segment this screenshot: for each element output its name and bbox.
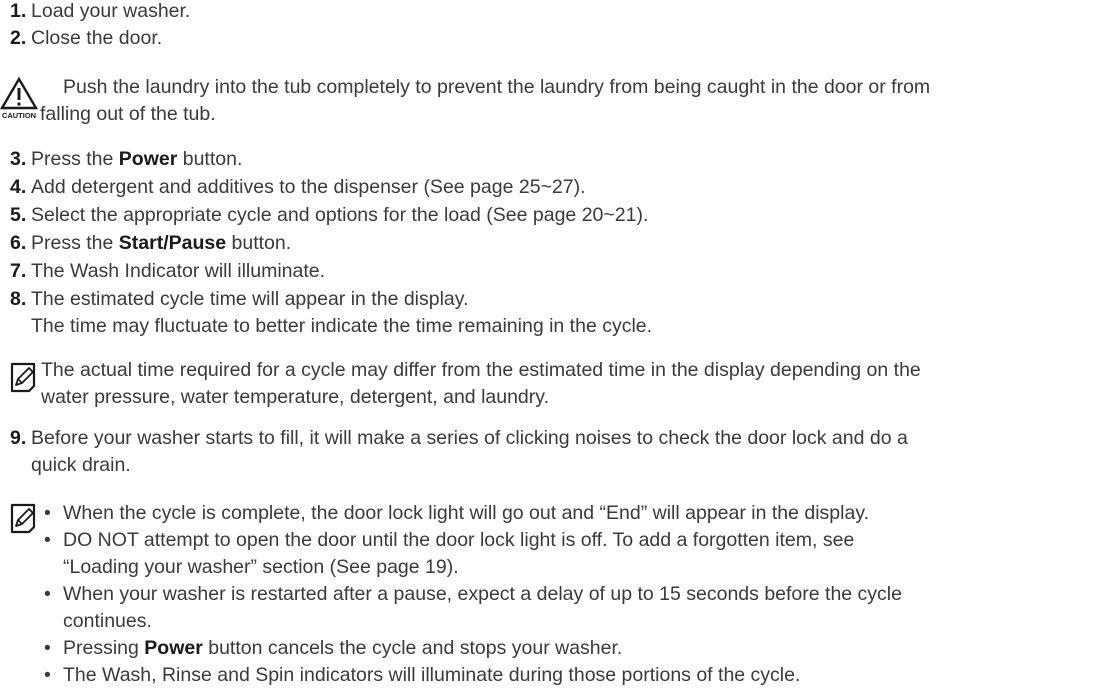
step-number: 1. [10, 0, 27, 22]
step-3: 3. Press the Power button. [10, 146, 1105, 173]
list-item: • The Wash, Rinse and Spin indicators wil… [41, 662, 1110, 689]
note-bullet-list: • When the cycle is complete, the door lo… [41, 500, 1110, 689]
step-number: 5. [10, 204, 27, 226]
note-pencil-icon [10, 503, 36, 534]
start-pause-button-label: Start/Pause [118, 232, 227, 254]
bullet-dot: • [44, 664, 51, 686]
manual-page: 1. Load your washer. 2. Close the door. CA… [0, 0, 1115, 695]
step-number: 4. [10, 176, 27, 198]
power-button-label: Power [118, 148, 178, 170]
step-text: Before your washer starts to fill, it wi… [31, 427, 908, 449]
caution-warning-icon: CAUTION [0, 76, 39, 120]
bullet-dot: • [44, 637, 51, 659]
note-text-line-1: The actual time required for a cycle may… [41, 359, 921, 381]
list-item: • Pressing Power button cancels the cycle… [41, 635, 1110, 662]
step-text: The estimated cycle time will appear in … [31, 288, 469, 310]
step-1: 1. Load your washer. [10, 0, 1105, 25]
step-text-continued: The time may fluctuate to better indicat… [31, 315, 653, 337]
step-number: 2. [10, 27, 27, 49]
bullet-dot: • [44, 583, 51, 605]
caution-text-line-2: falling out of the tub. [40, 103, 216, 125]
bullet-text: DO NOT attempt to open the door until th… [63, 529, 855, 551]
step-text-continued: quick drain. [31, 454, 131, 476]
step-6: 6. Press the Start/Pause button. [10, 230, 1105, 257]
note-pencil-icon [10, 362, 36, 393]
caution-text-line-1: Push the laundry into the tub completely… [63, 76, 931, 98]
step-5: 5. Select the appropriate cycle and optio… [10, 202, 1105, 229]
bullet-text: button cancels the cycle and stops your … [202, 637, 623, 659]
step-text: Add detergent and additives to the dispe… [31, 176, 586, 198]
step-text: Close the door. [31, 27, 163, 49]
step-2: 2. Close the door. [10, 25, 1105, 52]
bullet-text: When the cycle is complete, the door loc… [63, 502, 870, 524]
step-number: 6. [10, 232, 27, 254]
list-item: • When the cycle is complete, the door lo… [41, 500, 1110, 527]
note-text-line-2: water pressure, water temperature, deter… [41, 386, 549, 408]
bullet-text: The Wash, Rinse and Spin indicators will… [63, 664, 801, 686]
bullet-text-continued: “Loading your washer” section (See page … [63, 556, 459, 578]
bullet-text-continued: continues. [63, 610, 152, 632]
step-text: Load your washer. [31, 0, 191, 22]
step-4: 4. Add detergent and additives to the dis… [10, 174, 1105, 201]
caution-icon-label: CAUTION [2, 111, 36, 120]
step-text: button. [177, 148, 243, 170]
step-text: The Wash Indicator will illuminate. [31, 260, 326, 282]
bullet-dot: • [44, 502, 51, 524]
step-number: 8. [10, 288, 27, 310]
step-7: 7. The Wash Indicator will illuminate. [10, 258, 1105, 285]
bullet-dot: • [44, 529, 51, 551]
power-button-label: Power [144, 637, 203, 659]
step-number: 7. [10, 260, 27, 282]
step-text: Select the appropriate cycle and options… [31, 204, 649, 226]
list-item: • DO NOT attempt to open the door until t… [41, 527, 1110, 581]
bullet-text: When your washer is restarted after a pa… [63, 583, 902, 605]
step-text: button. [226, 232, 292, 254]
step-number: 9. [10, 427, 27, 449]
step-text: Press the [31, 232, 119, 254]
list-item: • When your washer is restarted after a p… [41, 581, 1110, 635]
bullet-text: Pressing [63, 637, 145, 659]
step-text: Press the [31, 148, 119, 170]
step-9: 9. Before your washer starts to fill, it … [10, 425, 1105, 479]
step-8: 8. The estimated cycle time will appear i… [10, 286, 1105, 340]
step-number: 3. [10, 148, 27, 170]
